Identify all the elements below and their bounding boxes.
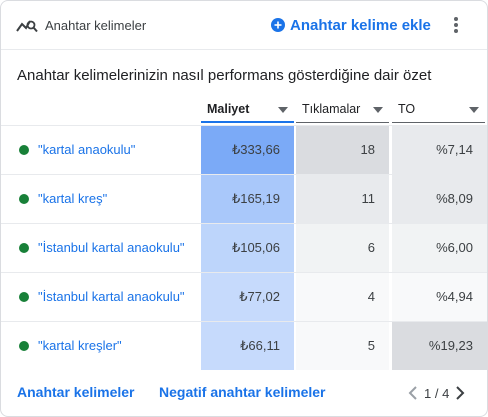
dropdown-arrow-icon [278, 107, 288, 113]
summary-text: Anahtar kelimelerinizin nasıl performans… [17, 67, 432, 84]
add-keyword-button[interactable]: Anahtar kelime ekle [271, 15, 431, 35]
cost-cell: ₺105,06 [201, 224, 294, 272]
negative-keywords-link[interactable]: Negatif anahtar kelimeler [159, 384, 326, 400]
status-active-icon [19, 292, 29, 302]
ctr-cell: %4,94 [392, 273, 487, 321]
cost-cell: ₺333,66 [201, 126, 294, 174]
column-header-cost[interactable]: Maliyet [201, 97, 294, 123]
ctr-cell: %8,09 [392, 175, 487, 223]
status-active-icon [19, 243, 29, 253]
column-label: TO [398, 102, 416, 116]
keyword-chart-icon [16, 20, 38, 33]
status-active-icon [19, 145, 29, 155]
keyword-link[interactable]: "kartal kreş" [38, 191, 107, 206]
table-row: "İstanbul kartal anaokulu" ₺105,06 6 %6,… [1, 223, 487, 272]
card-title: Anahtar kelimeler [45, 18, 147, 33]
status-active-icon [19, 194, 29, 204]
chevron-left-icon[interactable] [406, 384, 420, 402]
keyword-link[interactable]: "İstanbul kartal anaokulu" [38, 240, 185, 255]
column-header-ctr[interactable]: TO [392, 97, 485, 123]
clicks-cell: 5 [296, 322, 389, 370]
card-footer: Anahtar kelimeler Negatif anahtar kelime… [1, 381, 487, 405]
card-header: Anahtar kelimeler Anahtar kelime ekle [1, 1, 487, 50]
keywords-card: Anahtar kelimeler Anahtar kelime ekle An… [0, 0, 488, 417]
ctr-cell: %19,23 [392, 322, 487, 370]
clicks-cell: 4 [296, 273, 389, 321]
column-label: Tıklamalar [302, 102, 361, 116]
add-circle-icon [271, 18, 285, 32]
pagination: 1 / 4 [406, 381, 467, 405]
clicks-cell: 18 [296, 126, 389, 174]
page-indicator: 1 / 4 [424, 385, 450, 401]
clicks-cell: 11 [296, 175, 389, 223]
chevron-right-icon[interactable] [453, 384, 467, 402]
keywords-link[interactable]: Anahtar kelimeler [17, 384, 135, 400]
table-row: "kartal kreşler" ₺66,11 5 %19,23 [1, 321, 487, 370]
cost-cell: ₺77,02 [201, 273, 294, 321]
keyword-link[interactable]: "kartal anaokulu" [38, 142, 135, 157]
column-label: Maliyet [207, 102, 250, 116]
dropdown-arrow-icon [469, 107, 479, 113]
table-row: "İstanbul kartal anaokulu" ₺77,02 4 %4,9… [1, 272, 487, 321]
more-vert-icon[interactable] [449, 15, 463, 35]
column-header-clicks[interactable]: Tıklamalar [296, 97, 389, 123]
clicks-cell: 6 [296, 224, 389, 272]
ctr-cell: %7,14 [392, 126, 487, 174]
dropdown-arrow-icon [373, 107, 383, 113]
ctr-cell: %6,00 [392, 224, 487, 272]
keyword-link[interactable]: "İstanbul kartal anaokulu" [38, 289, 185, 304]
table-row: "kartal anaokulu" ₺333,66 18 %7,14 [1, 125, 487, 174]
status-active-icon [19, 341, 29, 351]
add-keyword-label: Anahtar kelime ekle [290, 16, 431, 34]
cost-cell: ₺66,11 [201, 322, 294, 370]
table-row: "kartal kreş" ₺165,19 11 %8,09 [1, 174, 487, 223]
keyword-table: "kartal anaokulu" ₺333,66 18 %7,14 "kart… [1, 125, 487, 370]
cost-cell: ₺165,19 [201, 175, 294, 223]
keyword-link[interactable]: "kartal kreşler" [38, 338, 122, 353]
